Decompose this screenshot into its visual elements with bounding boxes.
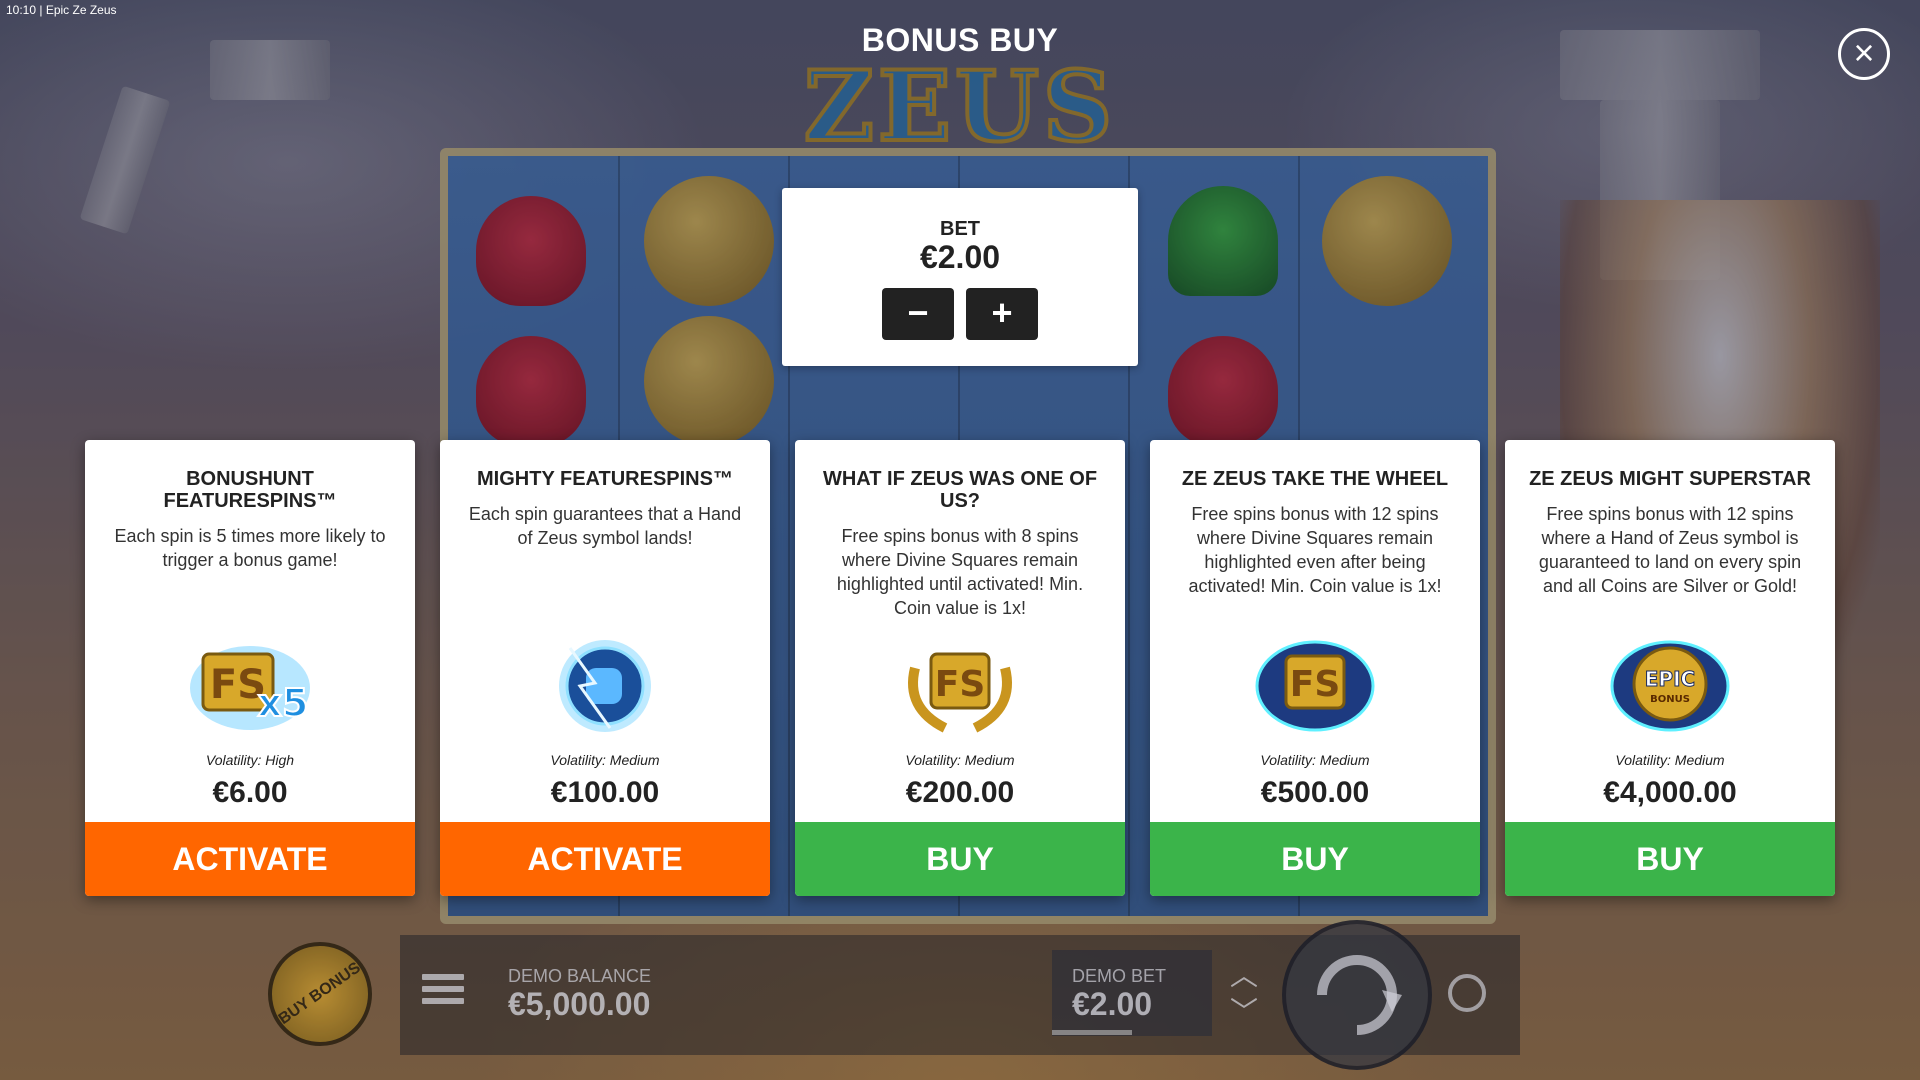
decrease-bet-button[interactable]: − <box>882 288 954 340</box>
card-volatility: Volatility: Medium <box>905 752 1015 768</box>
card-volatility: Volatility: Medium <box>1260 752 1370 768</box>
activate-button[interactable]: ACTIVATE <box>440 822 770 896</box>
card-description: Free spins bonus with 12 spins where a H… <box>1538 504 1802 596</box>
hand-of-zeus-icon <box>559 640 651 732</box>
bet-level-indicator <box>1052 1030 1132 1035</box>
balance-value: €5,000.00 <box>508 986 651 1022</box>
card-description: Each spin is 5 times more likely to trig… <box>114 526 386 570</box>
bet-value: €2.00 <box>919 239 1001 275</box>
close-icon: × <box>1853 32 1875 73</box>
card-price: €500.00 <box>1260 776 1370 809</box>
epic-bonus-icon-text: EPIC <box>1645 667 1695 691</box>
bonus-card-mighty: MIGHTY FEATURESPINS™ Each spin guarantee… <box>440 440 770 896</box>
bonus-card-might-superstar: ZE ZEUS MIGHT SUPERSTAR Free spins bonus… <box>1505 440 1835 896</box>
buy-button[interactable]: BUY <box>1505 822 1835 896</box>
activate-button[interactable]: ACTIVATE <box>85 822 415 896</box>
card-description: Free spins bonus with 12 spins where Div… <box>1188 504 1442 596</box>
svg-text:FS: FS <box>935 664 986 705</box>
svg-text:FS: FS <box>1290 664 1341 705</box>
buy-button[interactable]: BUY <box>795 822 1125 896</box>
fs-lightning-icon: FS <box>1255 640 1375 732</box>
card-description: Free spins bonus with 8 spins where Divi… <box>836 526 1084 618</box>
bet-label: BET <box>940 218 980 240</box>
card-volatility: Volatility: Medium <box>550 752 660 768</box>
card-volatility: Volatility: Medium <box>1615 752 1725 768</box>
fs-x5-icon: FS x5 <box>190 646 310 730</box>
chevron-down-icon[interactable]: ﹀ <box>1230 994 1258 1030</box>
card-title: MIGHTY FEATURESPINS™ <box>477 468 733 490</box>
card-price: €100.00 <box>550 776 660 809</box>
card-price: €6.00 <box>212 776 288 809</box>
epic-bonus-icon: EPIC BONUS <box>1610 640 1730 732</box>
epic-bonus-icon-subtext: BONUS <box>1650 694 1690 705</box>
bet-arrows: ︿ ﹀ <box>1230 958 1258 1030</box>
bonus-card-one-of-us: WHAT IF ZEUS WAS ONE OF US? Free spins b… <box>795 440 1125 896</box>
card-volatility: Volatility: High <box>205 752 295 768</box>
demo-bet-value: €2.00 <box>1072 986 1153 1022</box>
card-title: WHAT IF ZEUS WAS ONE OF US? <box>822 468 1098 512</box>
bet-panel: BET €2.00 − + <box>782 188 1138 366</box>
buy-button[interactable]: BUY <box>1150 822 1480 896</box>
menu-icon[interactable] <box>422 974 464 1010</box>
autoplay-icon[interactable] <box>1448 974 1486 1012</box>
card-title: BONUSHUNT FEATURESPINS™ <box>163 468 337 512</box>
bonus-card-take-the-wheel: ZE ZEUS TAKE THE WHEEL Free spins bonus … <box>1150 440 1480 896</box>
card-title: ZE ZEUS MIGHT SUPERSTAR <box>1529 468 1811 490</box>
status-app-name: Epic Ze Zeus <box>45 3 117 17</box>
spin-button[interactable] <box>1282 920 1432 1070</box>
status-time: 10:10 <box>6 3 37 17</box>
card-description: Each spin guarantees that a Hand of Zeus… <box>468 504 742 548</box>
status-bar: 10:10 | Epic Ze Zeus <box>6 3 117 17</box>
balance-label: DEMO BALANCE <box>508 966 652 986</box>
increase-bet-button[interactable]: + <box>966 288 1038 340</box>
svg-text:x5: x5 <box>258 681 309 725</box>
card-price: €200.00 <box>905 776 1015 809</box>
spin-icon <box>1317 955 1402 1035</box>
close-button[interactable]: × <box>1838 28 1890 80</box>
card-title: ZE ZEUS TAKE THE WHEEL <box>1181 468 1449 490</box>
card-price: €4,000.00 <box>1603 776 1737 809</box>
chevron-up-icon[interactable]: ︿ <box>1230 958 1258 994</box>
bonus-card-bonushunt: BONUSHUNT FEATURESPINS™ Each spin is 5 t… <box>85 440 415 896</box>
page-title: BONUS BUY <box>861 22 1059 58</box>
fs-laurel-icon: FS <box>908 652 1012 733</box>
demo-bet-label: DEMO BET <box>1072 966 1167 986</box>
